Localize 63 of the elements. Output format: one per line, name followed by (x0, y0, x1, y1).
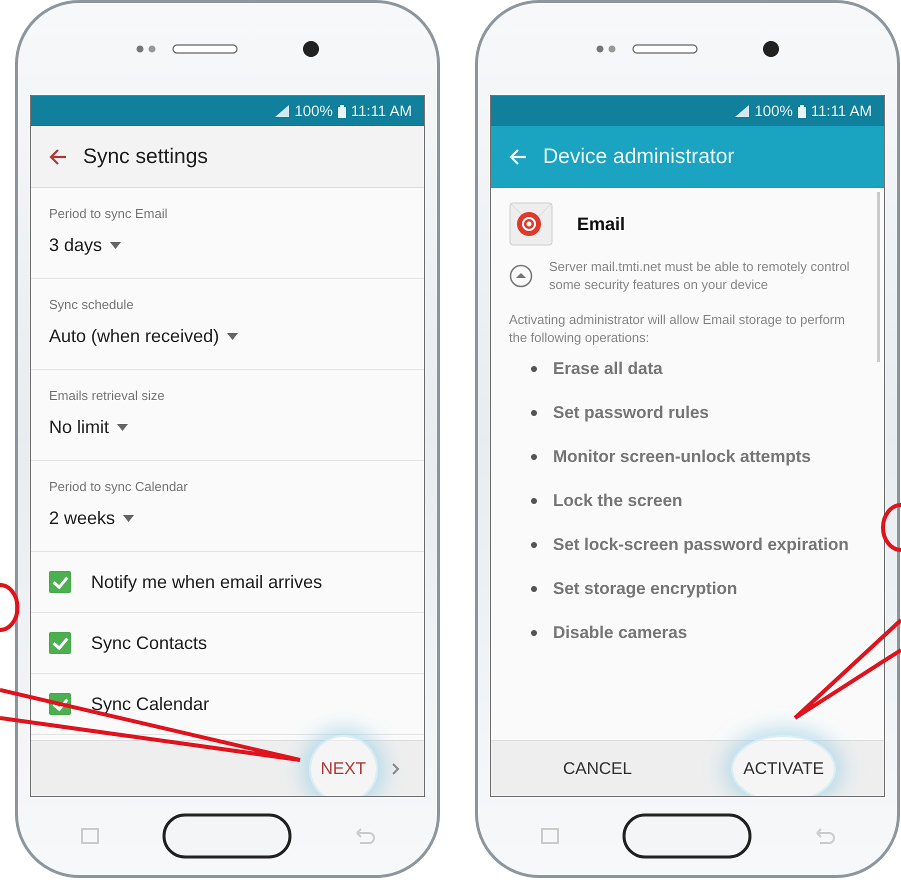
status-time: 11:11 AM (350, 102, 412, 120)
app-name: Email (577, 214, 626, 234)
battery-percent: 100% (294, 102, 333, 120)
front-camera-icon (302, 40, 320, 58)
dropdown-arrow-icon (123, 515, 134, 522)
setting-label: Sync schedule (49, 297, 134, 312)
dropdown-arrow-icon (117, 424, 128, 431)
signal-icon (735, 105, 750, 117)
collapse-icon[interactable] (509, 264, 533, 288)
front-camera-icon (762, 40, 780, 58)
bullet-icon (531, 542, 537, 548)
back-icon[interactable] (354, 828, 376, 844)
sensor-dots-icon (596, 45, 618, 53)
sensor-dots-icon (136, 45, 158, 53)
bullet-icon (531, 498, 537, 504)
operation-item: Set lock-screen password expiration (553, 534, 849, 556)
dropdown-arrow-icon (110, 242, 122, 249)
bullet-icon (531, 586, 537, 592)
checkbox[interactable] (49, 632, 71, 654)
dropdown[interactable]: No limit (49, 417, 128, 438)
back-arrow-icon[interactable] (49, 148, 67, 164)
signal-icon (275, 105, 290, 117)
bullet-icon (531, 410, 537, 416)
screen-title: Sync settings (83, 144, 208, 168)
screen-title: Device administrator (543, 145, 734, 169)
speaker-grille-icon (172, 44, 238, 54)
recent-apps-icon[interactable] (78, 828, 101, 844)
speaker-grille-icon (632, 44, 698, 54)
home-button[interactable] (622, 813, 752, 859)
battery-percent: 100% (754, 102, 793, 120)
cancel-button[interactable]: CANCEL (555, 752, 640, 784)
battery-icon (338, 104, 346, 118)
operation-item: Disable cameras (553, 622, 688, 644)
operation-item: Monitor screen-unlock attempts (553, 446, 811, 468)
operation-item: Lock the screen (553, 490, 682, 512)
operation-item: Set storage encryption (553, 578, 738, 600)
operation-item: Set password rules (553, 402, 709, 424)
setting-label: Emails retrieval size (49, 388, 165, 403)
back-icon[interactable] (814, 828, 836, 844)
checkbox-label: Notify me when email arrives (91, 572, 322, 592)
checkbox-label: Sync Calendar (91, 694, 210, 714)
checkbox[interactable] (49, 571, 71, 593)
operation-item: Erase all data (553, 358, 663, 380)
home-button[interactable] (162, 813, 292, 859)
setting-label: Period to sync Email (49, 206, 168, 221)
notice-text: Server mail.tmti.net must be able to remotely control some security features on your device (549, 258, 851, 294)
dropdown-arrow-icon (227, 333, 238, 340)
email-app-icon (509, 202, 553, 246)
dropdown[interactable]: Auto (when received) (49, 326, 238, 347)
status-time: 11:11 AM (810, 102, 872, 120)
recent-apps-icon[interactable] (538, 828, 561, 844)
bullet-icon (531, 366, 537, 372)
activate-button[interactable]: ACTIVATE (733, 736, 834, 796)
dropdown[interactable]: 2 weeks (49, 508, 134, 529)
bullet-icon (531, 454, 537, 460)
setting-label: Period to sync Calendar (49, 479, 188, 494)
intro-text: Activating administrator will allow Email storage to perform the following operations: (509, 311, 846, 346)
chevron-right-icon (392, 762, 400, 774)
next-button[interactable]: NEXT (310, 736, 376, 796)
battery-icon (798, 104, 806, 118)
checkbox-label: Sync Contacts (91, 632, 208, 654)
dropdown[interactable]: 3 days (49, 235, 122, 256)
bullet-icon (531, 630, 537, 636)
